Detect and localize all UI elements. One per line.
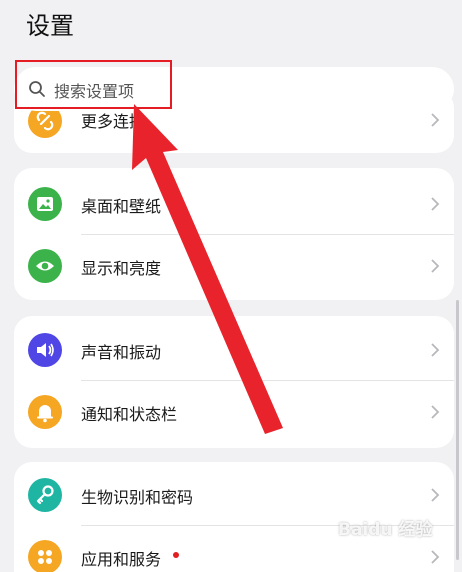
settings-item-label: 显示和亮度 [81,259,162,278]
search-highlight-box [15,60,172,109]
chevron-right-icon [431,343,440,357]
settings-item-wallpaper[interactable]: 桌面和壁纸 [14,173,454,235]
chevron-right-icon [431,405,440,419]
settings-item-label: 生物识别和密码 [81,488,194,507]
apps-grid-icon [28,540,62,572]
chevron-right-icon [431,550,440,564]
settings-item-label: 声音和振动 [81,343,162,362]
settings-item-sound-vibration[interactable]: 声音和振动 [14,319,454,381]
chevron-right-icon [431,488,440,502]
watermark-logo: Baidu 经验 [338,520,433,540]
settings-screen: 设置 更多连接 搜索设置项 桌面和壁纸 显示和亮度 声音和振动 通知和状态栏 生… [0,0,462,572]
eye-icon [28,249,62,283]
chevron-right-icon [431,197,440,211]
settings-item-label: 应用和服务 [81,550,162,569]
notification-dot-badge [173,552,179,558]
settings-item-notifications[interactable]: 通知和状态栏 [14,381,454,443]
settings-item-label: 通知和状态栏 [81,405,178,424]
chevron-right-icon [431,259,440,273]
key-icon [28,478,62,512]
settings-group-sound: 声音和振动 通知和状态栏 [14,316,454,448]
scrollbar[interactable] [456,300,459,560]
settings-item-label: 更多连接 [81,112,146,131]
page-title: 设置 [26,12,74,40]
bell-icon [28,395,62,429]
chevron-right-icon [431,113,440,127]
settings-group-display: 桌面和壁纸 显示和亮度 [14,168,454,300]
speaker-icon [28,333,62,367]
image-icon [28,187,62,221]
settings-item-label: 桌面和壁纸 [81,197,162,216]
settings-item-display-brightness[interactable]: 显示和亮度 [14,235,454,297]
